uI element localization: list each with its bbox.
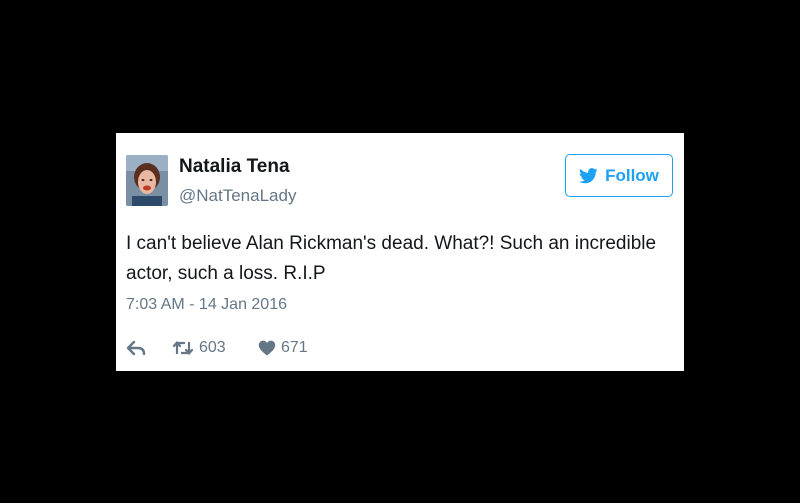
tweet-timestamp[interactable]: 7:03 AM - 14 Jan 2016 [126, 296, 287, 314]
like-button[interactable]: 671 [258, 339, 308, 357]
tweet-actions: 603 671 [126, 337, 308, 359]
retweet-count: 603 [199, 339, 226, 356]
follow-button[interactable]: Follow [565, 154, 673, 197]
twitter-bird-icon [579, 167, 598, 184]
tweet-text: I can't believe Alan Rickman's dead. Wha… [126, 233, 657, 284]
reply-icon [126, 340, 146, 356]
heart-icon [258, 340, 276, 356]
author-handle[interactable]: @NatTenaLady [179, 186, 296, 206]
retweet-icon [172, 340, 194, 356]
retweet-button[interactable]: 603 [172, 339, 258, 357]
avatar[interactable] [126, 155, 168, 206]
tweet-card: Natalia Tena @NatTenaLady Follow I can't… [116, 133, 684, 371]
reply-button[interactable] [126, 340, 172, 356]
like-count: 671 [281, 339, 308, 356]
follow-label: Follow [605, 165, 659, 185]
author-name[interactable]: Natalia Tena [179, 156, 290, 178]
